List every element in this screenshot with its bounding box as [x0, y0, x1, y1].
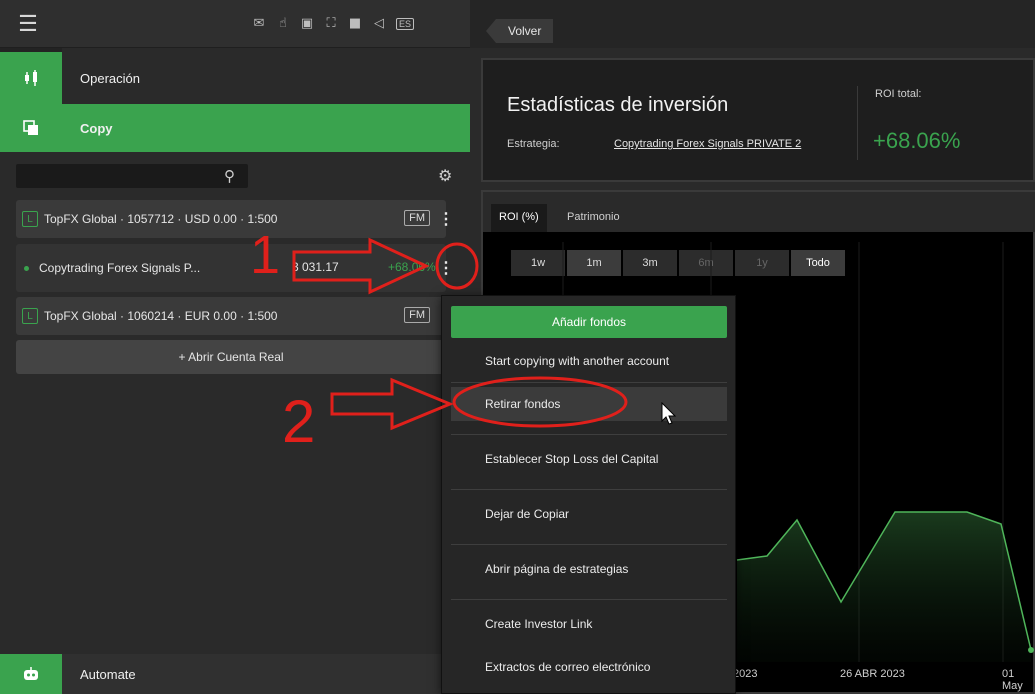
roi-value: +68.06%: [873, 128, 961, 153]
divider: [857, 86, 858, 160]
search-icon[interactable]: ⚲: [224, 167, 235, 185]
gear-icon[interactable]: ⚙: [438, 166, 452, 186]
account-label: TopFX Global · 1060214 · EUR 0.00 · 1:50…: [44, 309, 278, 323]
nav-automate-label: Automate: [80, 666, 136, 682]
strategy-label: Estrategia:: [507, 138, 560, 150]
fm-badge: FM: [404, 210, 430, 226]
start-copying-menu-item[interactable]: Start copying with another account: [451, 344, 727, 378]
email-statements-menu-item[interactable]: Extractos de correo electrónico: [451, 650, 727, 684]
screenshot-icon[interactable]: ▣: [300, 16, 314, 31]
open-real-account-button[interactable]: + Abrir Cuenta Real: [16, 340, 446, 374]
live-badge: L: [22, 308, 38, 324]
copy-panel: ⚲ ⚙ L TopFX Global · 1057712 · USD 0.00 …: [0, 152, 470, 654]
nav-operation-label: Operación: [80, 70, 140, 86]
nav-operation[interactable]: Operación: [0, 52, 470, 104]
mail-icon[interactable]: ✉: [252, 16, 266, 31]
menu-separator: [451, 382, 727, 383]
window-icon[interactable]: ■: [348, 16, 362, 31]
x-tick-label: 2023: [733, 668, 758, 680]
open-strategies-page-menu-item[interactable]: Abrir página de estrategias: [451, 552, 727, 586]
copy-icon: [0, 104, 62, 152]
x-tick-label: 26 ABR 2023: [840, 668, 905, 680]
roi-end-point: [1028, 647, 1034, 653]
nav-copy-label: Copy: [80, 120, 113, 136]
account-context-menu: Añadir fondos Start copying with another…: [441, 295, 736, 694]
menu-separator: [451, 544, 727, 545]
balance: 3 031.17: [292, 260, 339, 274]
hamburger-menu-icon[interactable]: ☰: [0, 11, 56, 37]
kebab-menu-icon[interactable]: ⋮: [438, 258, 454, 278]
withdraw-funds-menu-item[interactable]: Retirar fondos: [451, 387, 727, 421]
fm-badge: FM: [404, 307, 430, 323]
roi-area: [737, 512, 1031, 662]
live-badge: L: [22, 211, 38, 227]
stats-title: Estadísticas de inversión: [507, 94, 729, 116]
account-row[interactable]: L TopFX Global · 1057712 · USD 0.00 · 1:…: [16, 200, 454, 238]
sound-icon[interactable]: ◁: [372, 16, 386, 31]
pointer-icon[interactable]: ☝: [276, 16, 290, 31]
roi-percent: +68.06%: [388, 260, 436, 274]
stop-loss-menu-item[interactable]: Establecer Stop Loss del Capital: [451, 442, 727, 476]
stats-card: Estadísticas de inversión Estrategia: Co…: [481, 58, 1035, 182]
top-toolbar: ☰ ✉ ☝ ▣ ⛶ ■ ◁ ES: [0, 0, 470, 48]
account-row[interactable]: L TopFX Global · 1060214 · EUR 0.00 · 1:…: [16, 297, 446, 335]
back-button[interactable]: Volver: [486, 19, 554, 43]
right-header: Volver: [470, 0, 1035, 48]
nav-automate[interactable]: Automate: [0, 654, 470, 694]
stop-copying-menu-item[interactable]: Dejar de Copiar: [451, 497, 727, 531]
language-selector[interactable]: ES: [396, 17, 415, 30]
candlestick-icon: [0, 52, 62, 104]
copy-account-label: Copytrading Forex Signals P...: [39, 261, 201, 275]
strategy-link[interactable]: Copytrading Forex Signals PRIVATE 2: [614, 138, 801, 150]
nav-copy[interactable]: Copy: [0, 104, 470, 152]
roi-label: ROI total:: [875, 88, 922, 100]
x-tick-label: 01 May: [1002, 668, 1023, 692]
account-label: TopFX Global · 1057712 · USD 0.00 · 1:50…: [44, 212, 278, 226]
copy-account-row[interactable]: Copytrading Forex Signals P... 3 031.17 …: [16, 244, 454, 292]
menu-separator: [451, 599, 727, 600]
fullscreen-icon[interactable]: ⛶: [324, 16, 338, 31]
status-dot: [24, 265, 29, 271]
kebab-menu-icon[interactable]: ⋮: [438, 209, 454, 229]
robot-icon: [0, 654, 62, 694]
menu-separator: [451, 434, 727, 435]
add-funds-menu-item[interactable]: Añadir fondos: [451, 306, 727, 338]
create-investor-link-menu-item[interactable]: Create Investor Link: [451, 607, 727, 641]
menu-separator: [451, 489, 727, 490]
search-input[interactable]: [16, 164, 248, 188]
